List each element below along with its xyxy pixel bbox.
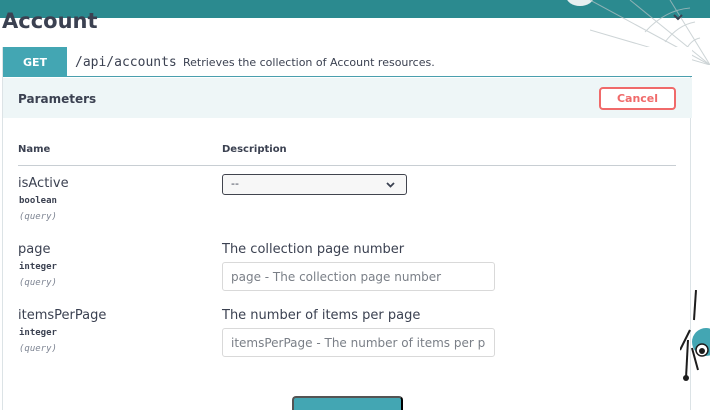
section-title: Account xyxy=(2,9,98,33)
page-input[interactable] xyxy=(222,262,495,291)
cancel-button[interactable]: Cancel xyxy=(599,87,676,110)
param-name-itemsperpage: itemsPerPage xyxy=(18,308,107,323)
param-description-itemsperpage: The number of items per page xyxy=(222,308,421,323)
column-header-name: Name xyxy=(18,144,51,155)
param-name-page: page xyxy=(18,242,51,257)
param-type-isactive: boolean xyxy=(19,196,57,206)
parameters-title: Parameters xyxy=(18,92,97,106)
chevron-down-icon[interactable] xyxy=(671,10,685,24)
param-name-isactive: isActive xyxy=(18,176,69,191)
param-description-page: The collection page number xyxy=(222,242,405,257)
operation-block: GET /api/accounts Retrieves the collecti… xyxy=(2,47,692,410)
operation-summary[interactable]: GET /api/accounts Retrieves the collecti… xyxy=(3,47,692,77)
execute-button[interactable]: Execute xyxy=(292,396,403,410)
param-type-page: integer xyxy=(19,262,57,272)
isactive-select[interactable]: -- xyxy=(222,174,407,195)
isactive-select-value: -- xyxy=(231,177,239,190)
param-in-itemsperpage: (query) xyxy=(19,344,57,354)
param-in-page: (query) xyxy=(19,278,57,288)
endpoint-path: /api/accounts xyxy=(75,55,177,70)
spider-mascot-icon xyxy=(680,290,710,381)
itemsperpage-input[interactable] xyxy=(222,328,495,357)
param-in-isactive: (query) xyxy=(19,212,57,222)
operation-summary-text: Retrieves the collection of Account reso… xyxy=(183,56,435,69)
chevron-down-icon xyxy=(386,182,395,188)
param-type-itemsperpage: integer xyxy=(19,328,57,338)
header-divider xyxy=(18,165,676,166)
http-method-badge: GET xyxy=(3,47,67,77)
column-header-description: Description xyxy=(222,144,287,155)
parameters-header: Parameters Cancel xyxy=(3,78,692,118)
